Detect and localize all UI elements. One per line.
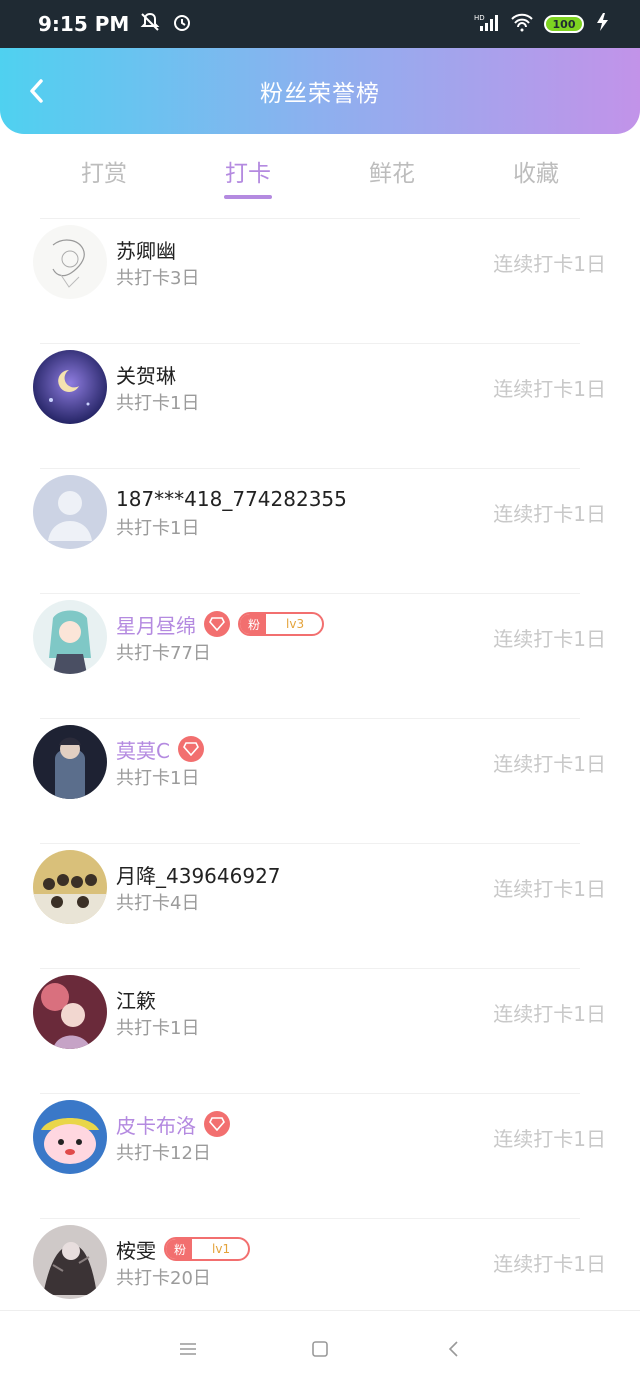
- divider: [40, 1093, 580, 1094]
- divider: [40, 218, 580, 219]
- list-item[interactable]: 皮卡布洛 共打卡12日 连续打卡1日: [0, 1093, 640, 1218]
- avatar[interactable]: [33, 725, 107, 799]
- fan-name: 星月昼绵: [116, 613, 196, 638]
- fan-level-badge: 粉 lv3: [238, 612, 325, 636]
- fan-level-badge: 粉 lv1: [164, 1237, 251, 1261]
- list-item[interactable]: 月降_439646927 共打卡4日 连续打卡1日: [0, 843, 640, 968]
- home-button[interactable]: [308, 1337, 332, 1361]
- alarm-icon: [171, 11, 193, 38]
- divider: [40, 718, 580, 719]
- tab-checkin[interactable]: 打卡: [176, 134, 320, 210]
- total-checkins: 共打卡1日: [116, 1018, 200, 1039]
- total-checkins: 共打卡1日: [116, 768, 200, 789]
- divider: [40, 968, 580, 969]
- tab-bar: 打赏 打卡 鲜花 收藏: [0, 134, 640, 210]
- system-nav-bar: [0, 1310, 640, 1387]
- fan-name: 187***418_774282355: [116, 487, 347, 511]
- divider: [40, 843, 580, 844]
- signal-icon: HD: [474, 12, 500, 36]
- total-checkins: 共打卡1日: [116, 518, 200, 539]
- divider: [40, 468, 580, 469]
- tab-reward[interactable]: 打赏: [32, 134, 176, 210]
- total-checkins: 共打卡3日: [116, 268, 200, 289]
- total-checkins: 共打卡4日: [116, 893, 200, 914]
- fan-name: 桉雯: [116, 1238, 156, 1263]
- streak-text: 连续打卡1日: [493, 1002, 606, 1026]
- fan-name: 皮卡布洛: [116, 1113, 196, 1138]
- avatar[interactable]: [33, 350, 107, 424]
- list-item[interactable]: 莫莫C 共打卡1日 连续打卡1日: [0, 718, 640, 843]
- avatar[interactable]: [33, 1100, 107, 1174]
- total-checkins: 共打卡1日: [116, 393, 200, 414]
- wifi-icon: [510, 12, 534, 36]
- streak-text: 连续打卡1日: [493, 252, 606, 276]
- divider: [40, 343, 580, 344]
- avatar[interactable]: [33, 600, 107, 674]
- divider: [40, 593, 580, 594]
- chevron-left-icon: [448, 1341, 458, 1357]
- fan-name: 月降_439646927: [116, 863, 281, 888]
- streak-text: 连续打卡1日: [493, 1127, 606, 1151]
- total-checkins: 共打卡77日: [116, 643, 211, 664]
- avatar[interactable]: [33, 475, 107, 549]
- back-button[interactable]: [20, 74, 54, 108]
- list-item[interactable]: 187***418_774282355 共打卡1日 连续打卡1日: [0, 468, 640, 593]
- fan-name: 江簌: [116, 988, 156, 1013]
- diamond-icon: [204, 1111, 230, 1137]
- diamond-icon: [177, 736, 204, 762]
- divider: [40, 1218, 580, 1219]
- streak-text: 连续打卡1日: [493, 627, 606, 651]
- streak-text: 连续打卡1日: [493, 377, 606, 401]
- bell-off-icon: [139, 11, 161, 38]
- avatar[interactable]: [33, 975, 107, 1049]
- fan-name: 莫莫C: [116, 738, 170, 763]
- header-bar: 粉丝荣誉榜: [0, 48, 640, 134]
- fan-list: 苏卿幽 共打卡3日 连续打卡1日 关贺琳 共打卡1日 连续打卡1日 187***…: [0, 218, 640, 1343]
- status-bar: 9:15 PM HD 100: [0, 0, 640, 48]
- total-checkins: 共打卡12日: [116, 1143, 211, 1164]
- status-left: 9:15 PM: [38, 11, 193, 38]
- avatar[interactable]: [33, 850, 107, 924]
- diamond-icon: [204, 611, 230, 637]
- charging-icon: [594, 12, 612, 36]
- square-icon: [312, 1341, 328, 1357]
- tab-flowers[interactable]: 鲜花: [320, 134, 464, 210]
- menu-icon: [180, 1343, 196, 1355]
- battery-indicator: 100: [544, 15, 584, 33]
- streak-text: 连续打卡1日: [493, 877, 606, 901]
- tab-favorites[interactable]: 收藏: [464, 134, 608, 210]
- chevron-left-icon: [30, 79, 43, 103]
- list-item[interactable]: 江簌 共打卡1日 连续打卡1日: [0, 968, 640, 1093]
- status-time: 9:15 PM: [38, 12, 130, 36]
- status-right: HD 100: [474, 12, 612, 36]
- fan-name: 关贺琳: [116, 363, 176, 388]
- streak-text: 连续打卡1日: [493, 1252, 606, 1276]
- total-checkins: 共打卡20日: [116, 1268, 211, 1289]
- streak-text: 连续打卡1日: [493, 752, 606, 776]
- list-item[interactable]: 星月昼绵 粉 lv3 共打卡77日 连续打卡1日: [0, 593, 640, 718]
- menu-button[interactable]: [176, 1337, 200, 1361]
- page-title: 粉丝荣誉榜: [260, 81, 380, 107]
- streak-text: 连续打卡1日: [493, 502, 606, 526]
- list-item[interactable]: 关贺琳 共打卡1日 连续打卡1日: [0, 343, 640, 468]
- svg-text:HD: HD: [474, 14, 485, 22]
- list-item[interactable]: 苏卿幽 共打卡3日 连续打卡1日: [0, 218, 640, 343]
- avatar[interactable]: [33, 1225, 107, 1299]
- fan-name: 苏卿幽: [116, 238, 176, 263]
- avatar[interactable]: [33, 225, 107, 299]
- system-back-button[interactable]: [442, 1337, 466, 1361]
- tab-active-indicator: [224, 195, 272, 199]
